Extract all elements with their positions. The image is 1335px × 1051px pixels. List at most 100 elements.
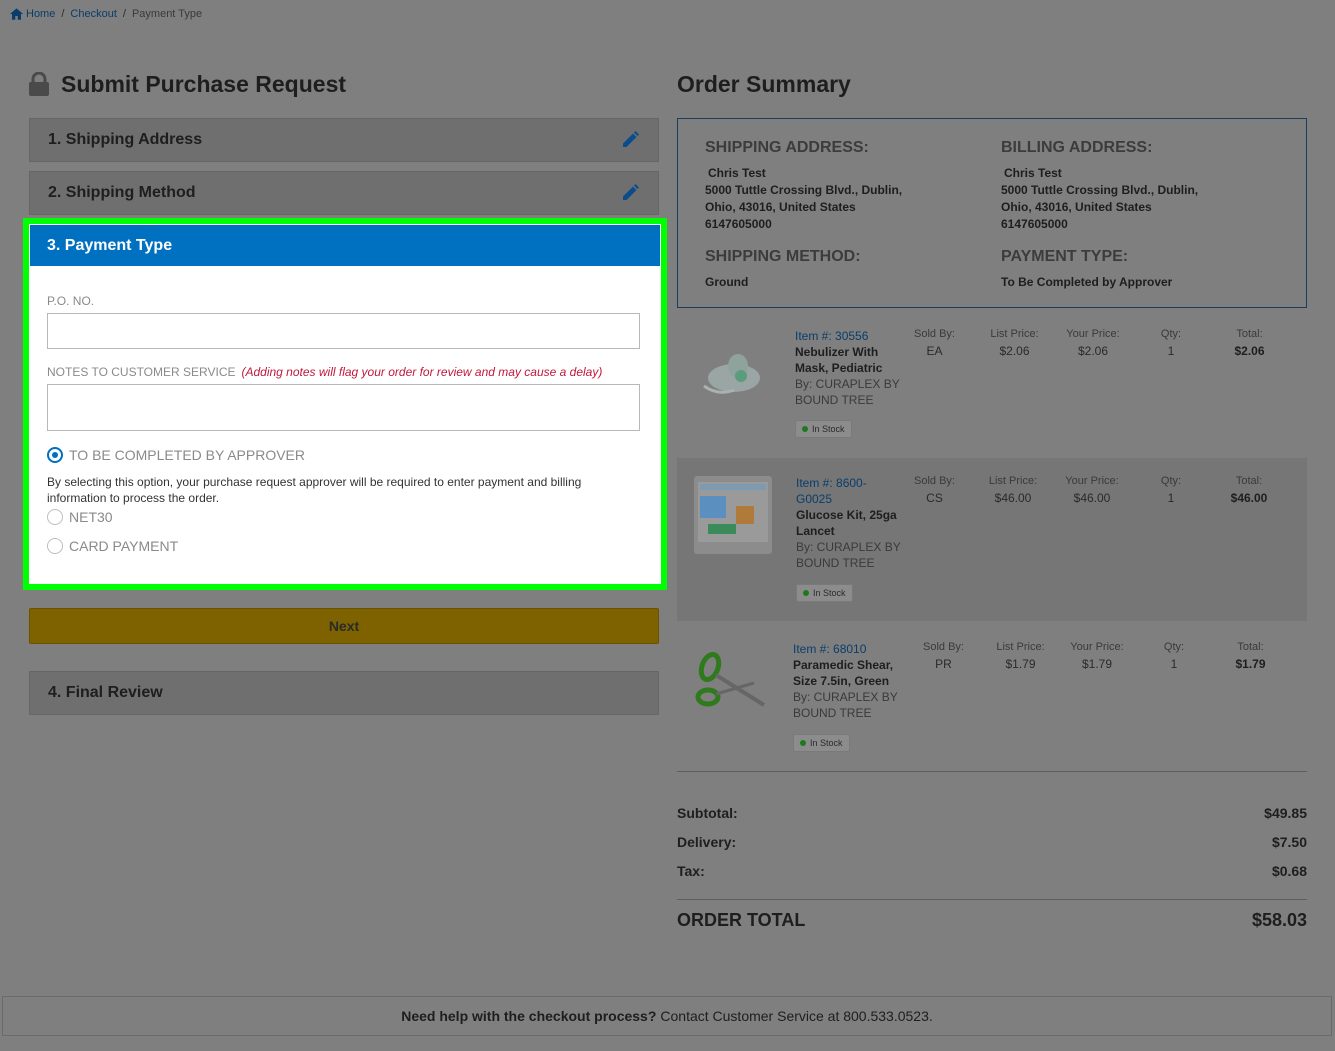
list-price-header: List Price:	[996, 641, 1045, 653]
shear-image	[695, 651, 766, 707]
stock-label: In Stock	[813, 588, 846, 598]
sold-by-col: Sold By: EA	[912, 328, 957, 358]
radio-net30[interactable]	[47, 509, 63, 525]
breadcrumb-separator: /	[122, 8, 126, 20]
in-stock-dot-icon	[803, 590, 809, 596]
item-number-link[interactable]: Item #: 30556	[795, 328, 905, 344]
home-icon	[10, 8, 23, 20]
your-price-header: Your Price:	[1066, 328, 1120, 340]
total-header: Total:	[1235, 475, 1263, 487]
help-footer: Need help with the checkout process? Con…	[2, 996, 1332, 1036]
item-brand: BOUND TREE	[795, 393, 874, 407]
tax-label: Tax:	[677, 863, 705, 879]
glucose-kit-image	[698, 482, 768, 542]
notes-label: NOTES TO CUSTOMER SERVICE	[47, 365, 236, 379]
shipping-address-heading: SHIPPING ADDRESS:	[705, 139, 869, 156]
payment-type-heading: PAYMENT TYPE:	[1001, 248, 1129, 265]
radio-net30-option[interactable]: NET30	[47, 509, 113, 525]
billing-line1: 5000 Tuttle Crossing Blvd., Dublin,	[1001, 183, 1199, 197]
item-info: Item #: 8600- G0025 Glucose Kit, 25ga La…	[796, 475, 906, 571]
in-stock-dot-icon	[802, 426, 808, 432]
payment-type-section: 3. Payment Type P.O. NO. NOTES TO CUSTOM…	[23, 218, 667, 590]
step-final-review[interactable]: 4. Final Review	[29, 671, 659, 715]
item-brand: By: CURAPLEX BY	[796, 540, 901, 554]
billing-address-heading: BILLING ADDRESS:	[1001, 139, 1153, 156]
order-total-row: ORDER TOTAL $58.03	[677, 910, 1307, 931]
shipping-line2: Ohio, 43016, United States	[705, 200, 856, 214]
stock-badge: In Stock	[795, 420, 852, 438]
sold-by-header: Sold By:	[914, 328, 955, 340]
item-brand: BOUND TREE	[793, 706, 872, 720]
po-number-input[interactable]	[47, 313, 640, 349]
billing-phone: 6147605000	[1001, 217, 1068, 231]
subtotal-row: Subtotal: $49.85	[677, 805, 1307, 821]
qty-col: Qty: 1	[1155, 328, 1187, 358]
list-price-col: List Price: $1.79	[993, 641, 1048, 671]
shipping-address-block: SHIPPING ADDRESS: Chris Test 5000 Tuttle…	[705, 139, 985, 233]
your-price-value: $46.00	[1073, 491, 1111, 505]
your-price-header: Your Price:	[1070, 641, 1124, 653]
item-number-link[interactable]: G0025	[796, 491, 906, 507]
your-price-value: $1.79	[1081, 657, 1113, 671]
item-number-link[interactable]: Item #: 68010	[793, 641, 903, 657]
address-box: SHIPPING ADDRESS: Chris Test 5000 Tuttle…	[677, 118, 1307, 308]
help-footer-text: Contact Customer Service at 800.533.0523…	[660, 1008, 933, 1024]
delivery-label: Delivery:	[677, 834, 737, 850]
sold-by-value: EA	[926, 344, 943, 358]
qty-header: Qty:	[1160, 475, 1182, 487]
radio-card-label: CARD PAYMENT	[69, 538, 179, 554]
sold-by-header: Sold By:	[923, 641, 964, 653]
item-name: Mask, Pediatric	[795, 361, 883, 375]
summary-divider	[677, 771, 1307, 772]
payment-type-block: PAYMENT TYPE: To Be Completed by Approve…	[1001, 248, 1281, 291]
step-shipping-address[interactable]: 1. Shipping Address	[29, 118, 659, 162]
cart-item: Item #: 68010 Paramedic Shear, Size 7.5i…	[677, 629, 1307, 759]
billing-address-block: BILLING ADDRESS: Chris Test 5000 Tuttle …	[1001, 139, 1281, 233]
checkout-panel: Submit Purchase Request 1. Shipping Addr…	[29, 66, 659, 715]
shipping-method-heading: SHIPPING METHOD:	[705, 248, 861, 265]
shipping-name: Chris Test	[708, 166, 766, 180]
lock-icon	[29, 72, 49, 96]
radio-approver-option[interactable]: TO BE COMPLETED BY APPROVER	[47, 447, 305, 463]
item-number-link[interactable]: Item #: 8600-	[796, 475, 906, 491]
stock-badge: In Stock	[793, 734, 850, 752]
qty-value: 1	[1167, 344, 1175, 358]
billing-name: Chris Test	[1004, 166, 1062, 180]
stock-label: In Stock	[812, 424, 845, 434]
pencil-icon[interactable]	[620, 183, 640, 203]
step-payment-type-label: 3. Payment Type	[47, 236, 173, 254]
radio-net30-label: NET30	[69, 509, 113, 525]
breadcrumb-checkout-link[interactable]: Checkout	[70, 8, 116, 20]
qty-col: Qty: 1	[1158, 641, 1190, 671]
breadcrumb: Home / Checkout / Payment Type	[10, 8, 202, 20]
next-button[interactable]: Next	[29, 608, 659, 644]
sold-by-value: PR	[935, 657, 952, 671]
total-header: Total:	[1237, 641, 1264, 653]
radio-card[interactable]	[47, 538, 63, 554]
qty-value: 1	[1170, 657, 1178, 671]
step-payment-type[interactable]: 3. Payment Type	[30, 225, 660, 266]
product-image-shear[interactable]	[694, 639, 772, 717]
radio-approver[interactable]	[47, 447, 63, 463]
radio-card-option[interactable]: CARD PAYMENT	[47, 538, 178, 554]
total-value: $1.79	[1235, 657, 1266, 671]
list-price-header: List Price:	[988, 475, 1038, 487]
qty-header: Qty:	[1160, 328, 1182, 340]
list-price-col: List Price: $2.06	[987, 328, 1042, 358]
list-price-value: $46.00	[994, 491, 1032, 505]
step-shipping-method[interactable]: 2. Shipping Method	[29, 171, 659, 215]
pencil-icon[interactable]	[620, 130, 640, 150]
notes-textarea[interactable]	[47, 384, 640, 431]
product-image-nebulizer[interactable]	[694, 336, 772, 414]
step-shipping-method-label: 2. Shipping Method	[48, 184, 196, 201]
total-value: $2.06	[1234, 344, 1265, 358]
qty-col: Qty: 1	[1155, 475, 1187, 505]
product-image-glucose-kit[interactable]	[694, 476, 772, 554]
sold-by-value: CS	[926, 491, 943, 505]
total-col: Total: $2.06	[1227, 328, 1272, 358]
qty-header: Qty:	[1163, 641, 1185, 653]
order-summary: Order Summary SHIPPING ADDRESS: Chris Te…	[677, 66, 1307, 930]
breadcrumb-home-link[interactable]: Home	[10, 8, 55, 20]
in-stock-dot-icon	[800, 740, 806, 746]
item-brand: BOUND TREE	[796, 556, 875, 570]
